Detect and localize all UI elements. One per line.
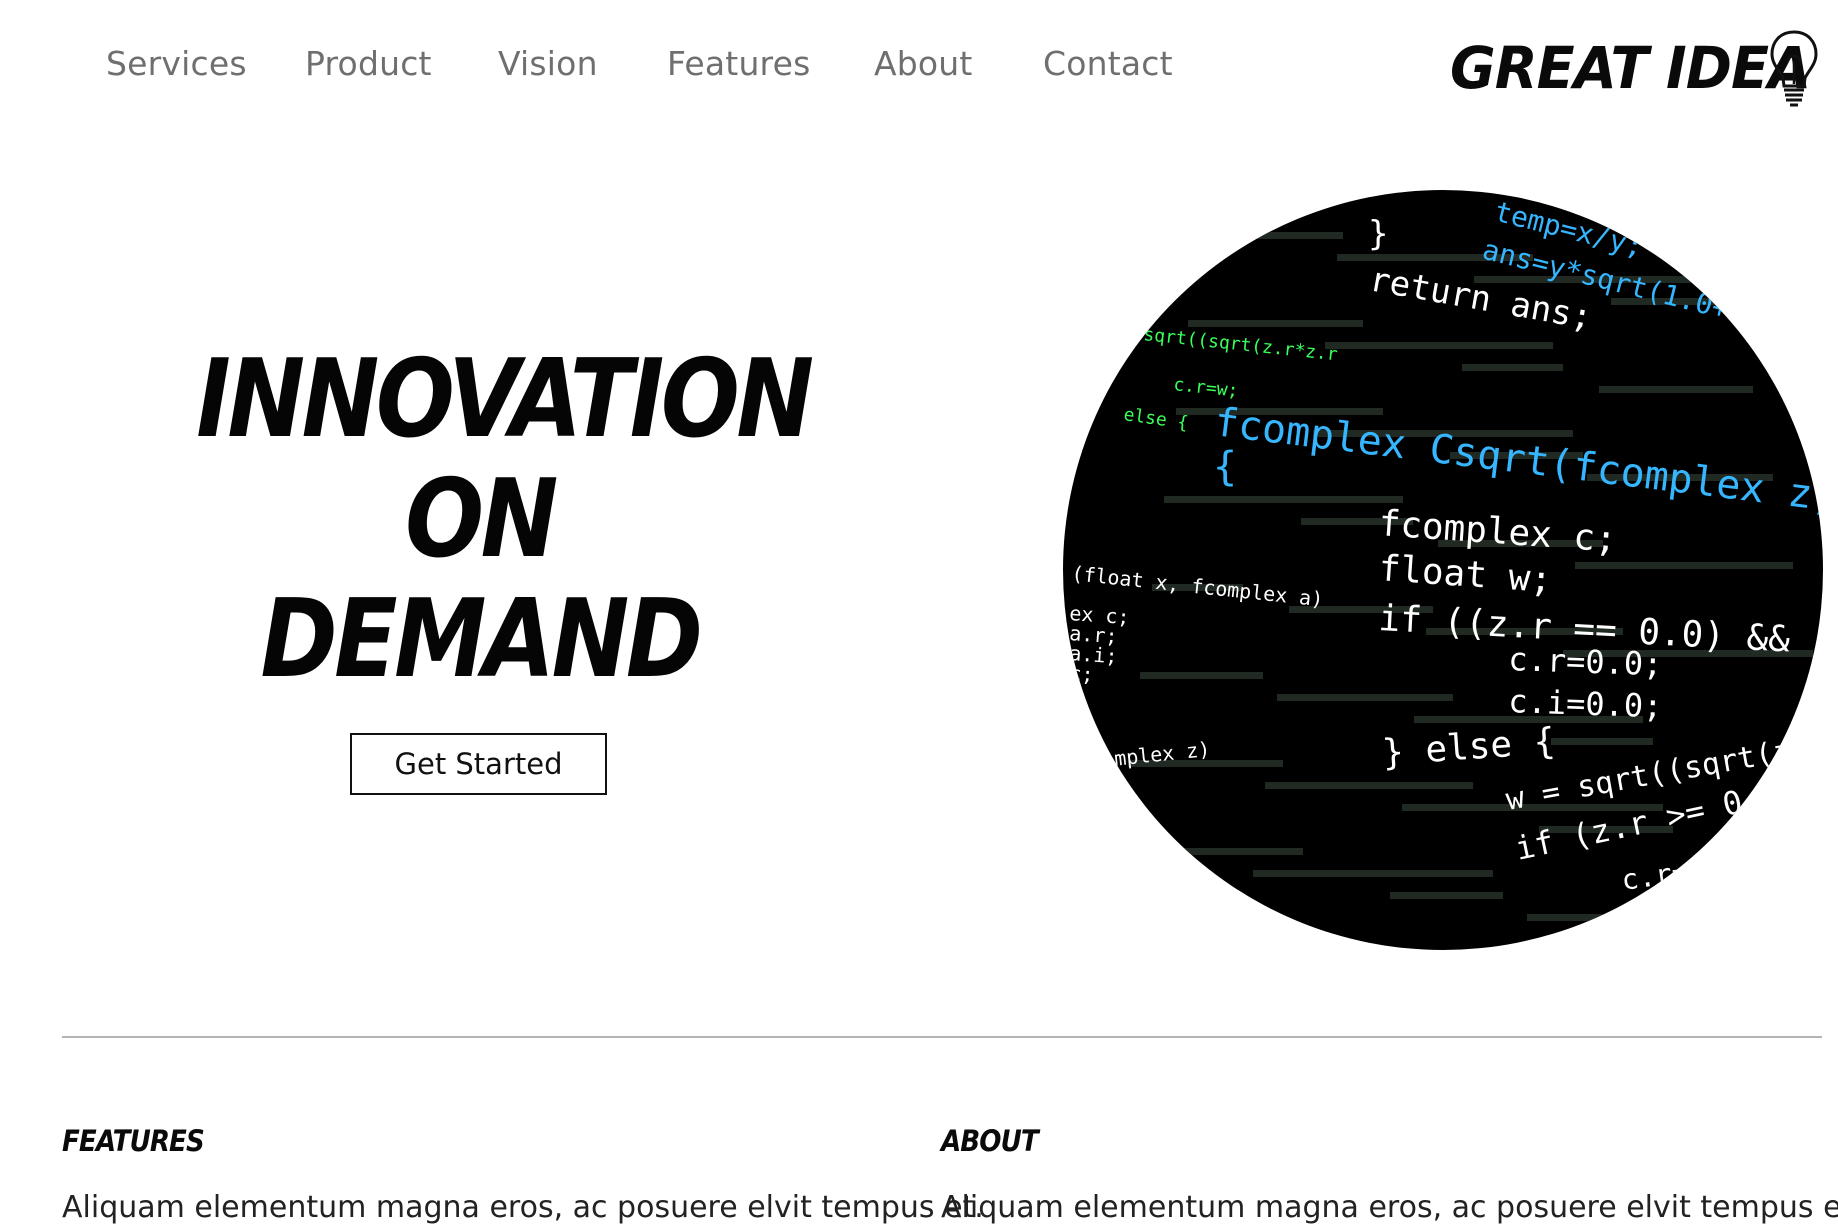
code-texture-bar [1063, 210, 1153, 217]
top-navigation: Services Product Vision Features About C… [0, 0, 1838, 135]
nav-link-about[interactable]: About [874, 44, 973, 83]
lightbulb-icon [1770, 30, 1818, 107]
code-texture-bar [1265, 782, 1473, 789]
section-divider [62, 1036, 1822, 1038]
code-texture-bar [1253, 870, 1493, 877]
code-line: } else { [1381, 721, 1557, 774]
features-heading: FEATURES [62, 1124, 205, 1158]
code-line: c; [1069, 661, 1095, 687]
code-line: } [1368, 214, 1388, 254]
code-image-graphic: temp=x/y;ans=y*sqrt(1.0+temp*}return ans… [1063, 195, 1823, 943]
hero-title-line: INNOVATION [196, 337, 814, 462]
code-line: c.r= [1619, 855, 1690, 897]
code-texture-bar [1527, 914, 1693, 921]
code-texture-bar [1116, 848, 1303, 855]
code-texture-bar [1462, 364, 1563, 371]
hero-code-image: temp=x/y; ans=y*sqrt(1.0+temp*} return ans… [1063, 190, 1823, 950]
nav-link-services[interactable]: Services [106, 44, 247, 83]
code-texture-bar [1277, 694, 1453, 701]
code-line: c.r=w; [1172, 374, 1239, 402]
hero-title-line: DEMAND [260, 577, 702, 702]
code-texture-bar [1599, 386, 1753, 393]
about-heading: ABOUT [941, 1124, 1039, 1158]
hero-title-line: ON [405, 457, 558, 582]
hero-title: INNOVATION ON DEMAND [196, 337, 814, 702]
logo-text: GREAT IDEA [1450, 34, 1811, 102]
nav-link-contact[interactable]: Contact [1043, 44, 1173, 83]
code-texture-bar [1188, 320, 1363, 327]
code-texture-bar [1575, 562, 1793, 569]
code-texture-bar [1390, 892, 1503, 899]
code-texture-bar [1164, 496, 1403, 503]
features-text: Aliquam elementum magna eros, ac posuere… [62, 1190, 984, 1225]
nav-link-features[interactable]: Features [667, 44, 811, 83]
code-texture-bar [1551, 738, 1653, 745]
code-line: float w; [1377, 548, 1553, 601]
code-texture-bar [1104, 936, 1323, 943]
code-texture-bar [1140, 672, 1263, 679]
code-line: c.i=0.0; [1508, 682, 1663, 725]
code-line: { [1213, 444, 1237, 490]
code-texture-bar [1200, 232, 1343, 239]
get-started-button[interactable]: Get Started [350, 733, 607, 795]
nav-link-vision[interactable]: Vision [498, 44, 598, 83]
code-line: c.r=0.0; [1508, 640, 1663, 683]
code-line: sqrt((sqrt(z.r*z.r [1142, 324, 1338, 365]
code-texture-bar [1325, 342, 1553, 349]
nav-link-product[interactable]: Product [305, 44, 432, 83]
about-text: Aliquam elementum magna eros, ac posuere… [941, 1190, 1838, 1225]
